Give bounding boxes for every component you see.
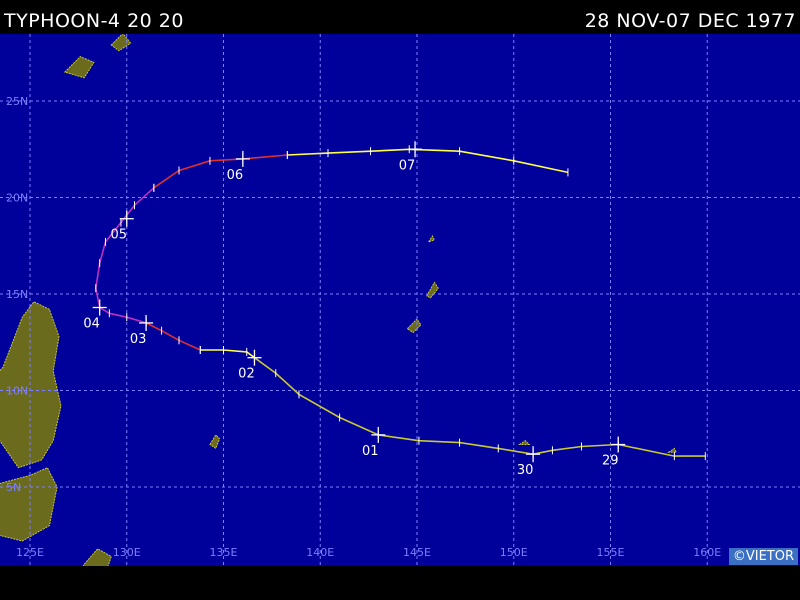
day-label: 29	[602, 454, 619, 469]
lat-label: 15N	[6, 288, 28, 301]
lon-label: 160E	[693, 546, 721, 559]
lon-label: 135E	[210, 546, 238, 559]
lon-label: 145E	[403, 546, 431, 559]
day-label: 30	[517, 463, 534, 478]
day-label: 07	[399, 158, 416, 173]
lon-label: 155E	[597, 546, 625, 559]
lat-label: 25N	[6, 95, 28, 108]
footer-bar	[0, 566, 800, 600]
day-label: 01	[362, 444, 379, 459]
lat-label: 20N	[6, 192, 28, 205]
header-bar: TYPHOON-4 20 20 28 NOV-07 DEC 1977	[0, 0, 800, 34]
day-label: 03	[130, 332, 147, 347]
lat-label: 5N	[6, 481, 21, 494]
day-label: 04	[83, 317, 100, 332]
lon-label: 130E	[113, 546, 141, 559]
copyright-badge: ©VIETOR	[728, 548, 798, 565]
lon-label: 150E	[500, 546, 528, 559]
lat-label: 10N	[6, 385, 28, 398]
lon-label: 140E	[306, 546, 334, 559]
day-label: 05	[110, 228, 127, 243]
lon-label: 125E	[16, 546, 44, 559]
day-label: 02	[238, 367, 255, 382]
storm-title: TYPHOON-4 20 20	[4, 10, 184, 32]
typhoon-track-map: 25N 20N 15N 10N 5N 125E 130E 135E 140E 145E 150E 15…	[0, 34, 800, 566]
date-range: 28 NOV-07 DEC 1977	[584, 10, 796, 32]
day-label: 06	[227, 168, 244, 183]
ocean	[0, 34, 800, 566]
